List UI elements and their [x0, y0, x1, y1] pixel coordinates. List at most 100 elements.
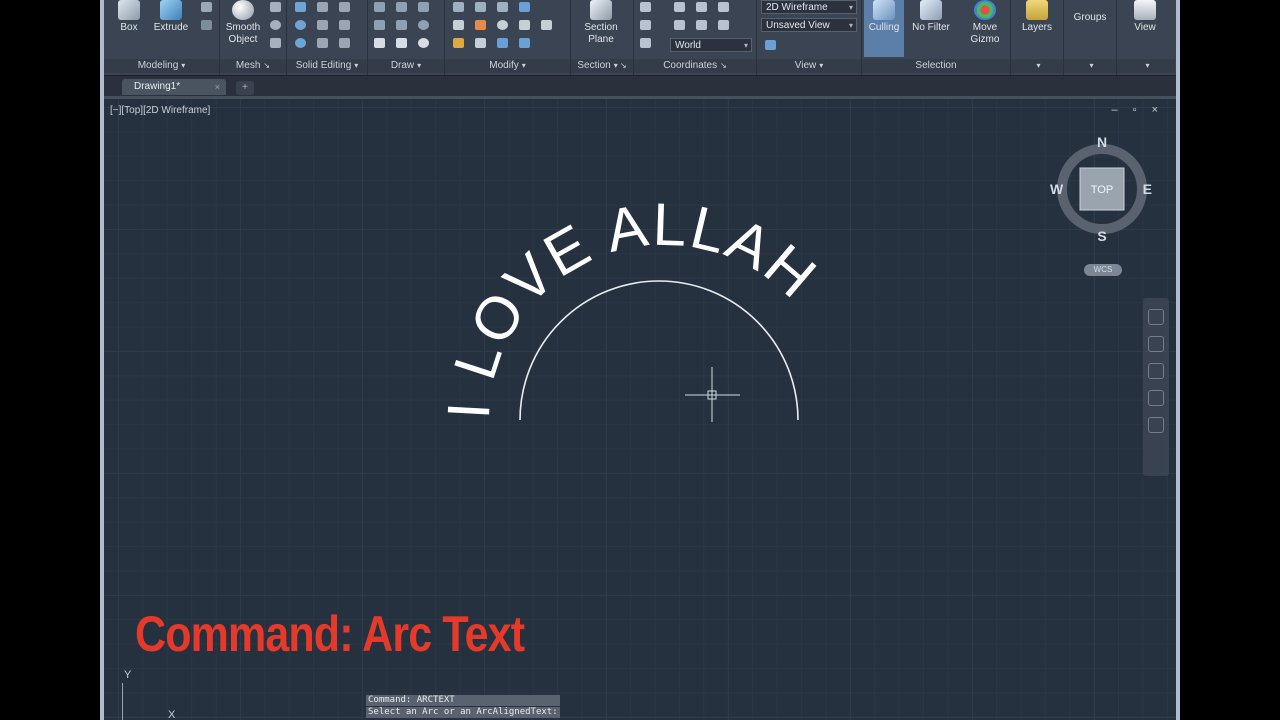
mirror-icon[interactable] — [497, 38, 508, 48]
intersect-icon[interactable] — [295, 38, 306, 48]
ucs-3point-icon[interactable] — [640, 20, 651, 30]
modeling-tool-icon[interactable] — [201, 20, 212, 30]
view-button[interactable]: View — [1123, 0, 1167, 34]
compass-west[interactable]: W — [1050, 181, 1064, 197]
groups-button[interactable]: Groups — [1066, 12, 1114, 24]
arc-aligned-text-content: I LOVE ALLAH — [435, 191, 828, 421]
viewcube[interactable]: TOP N S E W — [1050, 131, 1154, 241]
pan-icon[interactable] — [1148, 336, 1164, 352]
ucs-z-icon[interactable] — [718, 20, 729, 30]
panel-title-mesh[interactable]: Mesh ↘ — [220, 59, 286, 73]
smooth-object-button[interactable]: Smooth Object — [222, 0, 264, 46]
panel-title-modeling[interactable]: Modeling ▾ — [104, 59, 219, 73]
zoom-extents-icon[interactable] — [1148, 363, 1164, 379]
panel-title-selection[interactable]: Selection — [862, 59, 1010, 73]
panel-title-draw[interactable]: Draw ▾ — [368, 59, 444, 73]
ucs-x-label: X — [168, 709, 176, 720]
separate-icon[interactable] — [339, 38, 350, 48]
panel-modify: Modify ▾ — [445, 0, 571, 75]
panel-title-modify[interactable]: Modify ▾ — [445, 59, 570, 73]
visual-style-combo[interactable]: 2D Wireframe ▾ — [761, 0, 857, 14]
ucs-view-icon[interactable] — [696, 2, 707, 12]
panel-modeling: Box Extrude Modeling ▾ — [104, 0, 220, 75]
move-icon[interactable] — [453, 2, 464, 12]
panel-groups: Groups ▾ — [1064, 0, 1117, 75]
fillet-icon[interactable] — [453, 20, 464, 30]
panel-title-view[interactable]: View ▾ — [757, 59, 861, 73]
layers-button[interactable]: Layers — [1015, 0, 1059, 34]
ellipse-icon[interactable] — [418, 38, 429, 48]
arc-entity[interactable] — [519, 280, 799, 421]
interfere-icon[interactable] — [317, 20, 328, 30]
named-view-combo[interactable]: Unsaved View ▾ — [761, 18, 857, 32]
explode-icon[interactable] — [475, 20, 486, 30]
fillet-edge-icon[interactable] — [317, 38, 328, 48]
panel-title-groups[interactable]: ▾ — [1064, 59, 1116, 73]
polyline-icon[interactable] — [396, 2, 407, 12]
spline-icon[interactable] — [374, 20, 385, 30]
stretch-icon[interactable] — [519, 20, 530, 30]
mesh-tool-icon[interactable] — [270, 20, 281, 30]
slice-icon[interactable] — [317, 2, 328, 12]
scale-icon[interactable] — [541, 20, 552, 30]
circle-icon[interactable] — [418, 20, 429, 30]
offset-icon[interactable] — [497, 20, 508, 30]
modeling-tool-icon[interactable] — [201, 2, 212, 12]
panel-title-view-menu[interactable]: ▾ — [1117, 59, 1175, 73]
line-icon[interactable] — [374, 2, 385, 12]
polygon-icon[interactable] — [374, 38, 385, 48]
extract-icon[interactable] — [339, 2, 350, 12]
array-icon[interactable] — [475, 38, 486, 48]
arc-icon[interactable] — [418, 2, 429, 12]
file-tab-bar: Drawing1* × + — [104, 76, 1176, 99]
compass-north[interactable]: N — [1097, 134, 1107, 150]
steering-wheel-icon[interactable] — [1148, 309, 1164, 325]
panel-view-menu: View ▾ — [1117, 0, 1175, 75]
ucs-icon[interactable] — [640, 2, 651, 12]
ucs-combo[interactable]: World ▾ — [670, 38, 752, 52]
ucs-y-icon[interactable] — [696, 20, 707, 30]
ucs-origin-icon[interactable] — [674, 2, 685, 12]
compass-south[interactable]: S — [1097, 228, 1106, 241]
erase-icon[interactable] — [453, 38, 464, 48]
showmotion-icon[interactable] — [1148, 417, 1164, 433]
panel-title-layers[interactable]: ▾ — [1011, 59, 1063, 73]
trim-icon[interactable] — [497, 2, 508, 12]
wcs-menu[interactable]: WCS — [1084, 264, 1122, 276]
section-plane-button[interactable]: Section Plane — [577, 0, 625, 46]
drawing-viewport[interactable]: [−][Top][2D Wireframe] – ▫ × I LOVE ALLA… — [104, 99, 1176, 720]
close-icon[interactable]: × — [215, 79, 220, 95]
panel-layers: Layers ▾ — [1011, 0, 1064, 75]
copy-icon[interactable] — [519, 2, 530, 12]
viewport-config-icon[interactable] — [765, 40, 776, 50]
orbit-icon[interactable] — [1148, 390, 1164, 406]
rotate-icon[interactable] — [475, 2, 486, 12]
no-filter-button[interactable]: No Filter — [910, 0, 952, 34]
panel-title-section[interactable]: Section ▾ ↘ — [571, 59, 633, 73]
tab-drawing1[interactable]: Drawing1* × — [122, 79, 226, 95]
panel-title-solid-editing[interactable]: Solid Editing ▾ — [287, 59, 367, 73]
imprint-icon[interactable] — [339, 20, 350, 30]
panel-title-coordinates[interactable]: Coordinates ↘ — [634, 59, 756, 73]
move-gizmo-button[interactable]: Move Gizmo — [964, 0, 1006, 46]
compass-east[interactable]: E — [1143, 181, 1152, 197]
arc-aligned-text[interactable]: I LOVE ALLAH — [435, 191, 830, 421]
new-tab-button[interactable]: + — [236, 81, 254, 95]
union-icon[interactable] — [295, 2, 306, 12]
mesh-tool-icon[interactable] — [270, 38, 281, 48]
ucs-y-axis — [122, 683, 123, 720]
mesh-tool-icon[interactable] — [270, 2, 281, 12]
subtract-icon[interactable] — [295, 20, 306, 30]
rectangle-icon[interactable] — [396, 38, 407, 48]
align-icon[interactable] — [519, 38, 530, 48]
ucs-world-icon[interactable] — [640, 38, 651, 48]
box-button[interactable]: Box — [112, 0, 146, 34]
construction-line-icon[interactable] — [396, 20, 407, 30]
ucs-object-icon[interactable] — [718, 2, 729, 12]
section-plane-icon — [590, 0, 612, 20]
ucs-x-icon[interactable] — [674, 20, 685, 30]
filter-icon — [920, 0, 942, 20]
culling-button[interactable]: Culling — [864, 0, 904, 57]
layers-icon — [1026, 0, 1048, 20]
extrude-button[interactable]: Extrude — [150, 0, 192, 34]
